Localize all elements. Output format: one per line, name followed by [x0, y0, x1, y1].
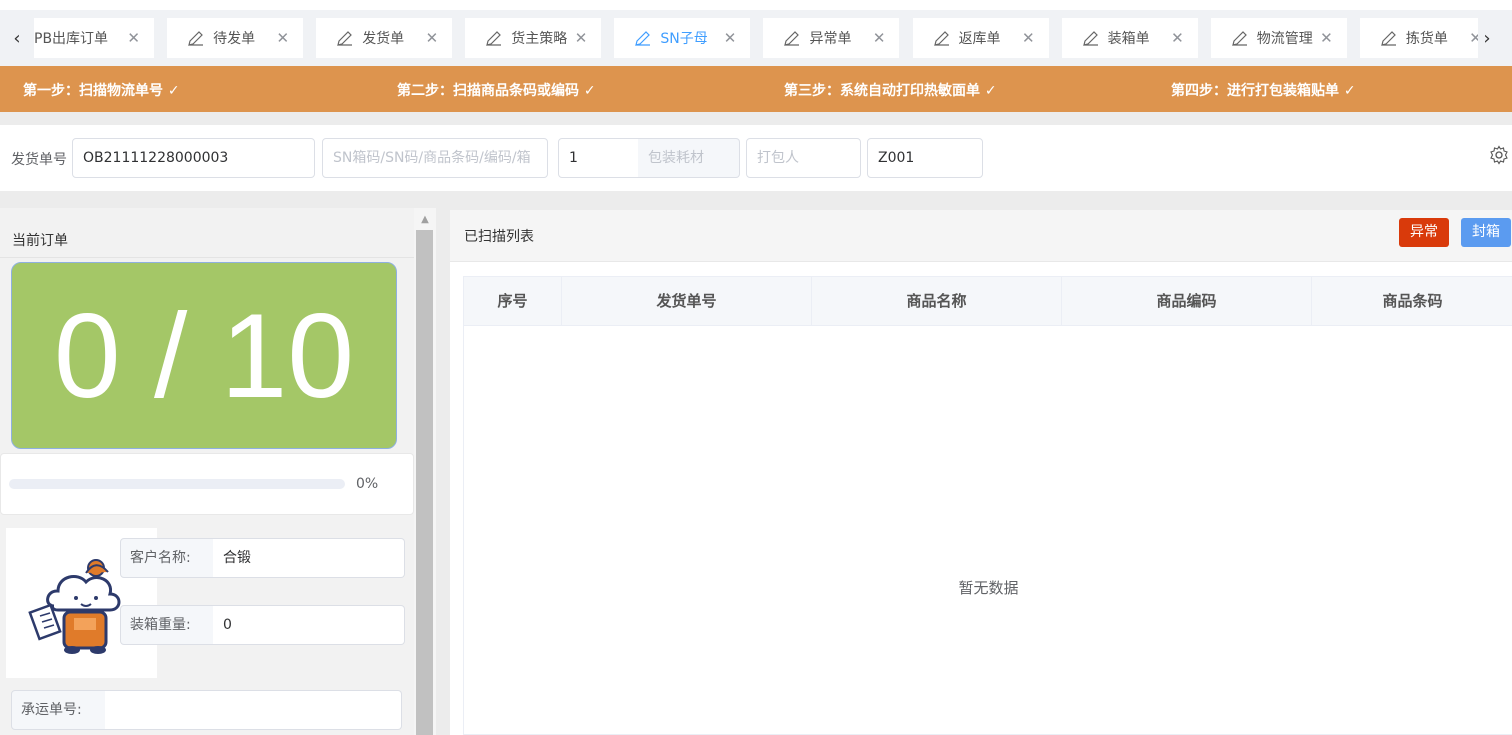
- order-number-input[interactable]: [72, 138, 315, 178]
- col-barcode: 商品条码: [1382, 292, 1443, 310]
- tab-packing-list[interactable]: 装箱单 ✕: [1061, 18, 1198, 58]
- tab-label: 返库单: [958, 31, 1001, 47]
- edit-pencil-icon: [635, 31, 651, 46]
- tab-pb-outbound[interactable]: PB出库订单 ✕: [34, 18, 154, 58]
- seal-box-button[interactable]: 封箱: [1461, 218, 1511, 247]
- col-product-code: 商品编码: [1062, 277, 1312, 325]
- scroll-thumb[interactable]: [416, 230, 433, 735]
- tab-label: 货主策略: [511, 31, 568, 47]
- close-icon[interactable]: ✕: [1320, 29, 1333, 47]
- packer-input[interactable]: [746, 138, 861, 178]
- tab-label: 发货单: [362, 31, 405, 47]
- box-weight-value[interactable]: 0: [213, 605, 405, 645]
- current-order-title: 当前订单: [12, 233, 68, 249]
- scanned-list-panel: 已扫描列表 异常 封箱 序号 发货单号 商品名称 商品编码 商品条码 暂无数据: [450, 210, 1512, 735]
- tab-sn-parent-child[interactable]: SN子母 ✕: [614, 18, 751, 58]
- col-order-number: 发货单号: [562, 277, 812, 325]
- scanned-list-title: 已扫描列表: [464, 229, 534, 245]
- scan-counter: 0 / 10: [11, 262, 397, 449]
- close-icon[interactable]: ✕: [1171, 29, 1184, 47]
- edit-pencil-icon: [1082, 31, 1098, 46]
- tab-label: 待发单: [213, 31, 256, 47]
- current-order-panel: 当前订单 0 / 10 0% 客户名称: 合锻 装箱重量: 0 承运单号: ▲: [0, 208, 436, 735]
- tab-label: 异常单: [809, 31, 852, 47]
- close-icon[interactable]: ✕: [724, 29, 737, 47]
- tab-owner-strategy[interactable]: 货主策略 ✕: [465, 18, 602, 58]
- tracking-number-label: 承运单号:: [11, 690, 106, 730]
- gear-icon[interactable]: [1489, 145, 1509, 165]
- box-weight-label: 装箱重量:: [120, 605, 214, 645]
- scan-code-input[interactable]: [322, 138, 548, 178]
- edit-pencil-icon: [188, 31, 204, 46]
- close-icon[interactable]: ✕: [873, 29, 886, 47]
- packaging-material-select[interactable]: 包装耗材: [638, 138, 740, 178]
- tab-label: 装箱单: [1107, 31, 1150, 47]
- tab-label: 拣货单: [1405, 31, 1448, 47]
- step-1: 第一步：扫描物流单号 ✓: [23, 83, 180, 99]
- progress-card: 0%: [0, 453, 414, 515]
- tabs-track: PB出库订单 ✕ 待发单 ✕ 发货单 ✕ 货主策略 ✕ SN子母 ✕ 异常单 ✕…: [34, 18, 1478, 58]
- scanned-list-header: 已扫描列表 异常 封箱: [450, 210, 1512, 262]
- abnormal-button[interactable]: 异常: [1399, 218, 1449, 247]
- tab-exception[interactable]: 异常单 ✕: [763, 18, 900, 58]
- tabs-next-icon[interactable]: ›: [1470, 10, 1504, 66]
- tab-label: 物流管理: [1256, 31, 1313, 47]
- close-icon[interactable]: ✕: [1022, 29, 1035, 47]
- customer-name-label: 客户名称:: [120, 538, 214, 578]
- progress-bar: [9, 479, 345, 489]
- tabs-prev-icon[interactable]: ‹: [0, 10, 34, 66]
- tab-logistics[interactable]: 物流管理 ✕: [1210, 18, 1347, 58]
- code-input[interactable]: [867, 138, 983, 178]
- edit-pencil-icon: [1381, 31, 1396, 46]
- steps-bar: 第一步：扫描物流单号 ✓ 第二步：扫描商品条码或编码 ✓ 第三步：系统自动打印热…: [0, 66, 1512, 112]
- close-icon[interactable]: ✕: [575, 29, 588, 47]
- close-icon[interactable]: ✕: [426, 29, 439, 47]
- tab-return[interactable]: 返库单 ✕: [912, 18, 1049, 58]
- step-4: 第四步：进行打包装箱贴单 ✓: [1171, 83, 1356, 99]
- edit-pencil-icon: [1231, 31, 1247, 46]
- tab-bar: ‹ PB出库订单 ✕ 待发单 ✕ 发货单 ✕ 货主策略 ✕ SN子母 ✕ 异常单…: [0, 0, 1512, 66]
- order-number-label: 发货单号: [11, 152, 67, 168]
- tab-shipping-order[interactable]: 发货单 ✕: [316, 18, 453, 58]
- empty-state-text: 暂无数据: [958, 579, 1019, 597]
- close-icon[interactable]: ✕: [127, 29, 140, 47]
- quantity-input[interactable]: [558, 138, 639, 178]
- tracking-number-input[interactable]: [105, 690, 402, 730]
- tab-label: SN子母: [660, 31, 708, 47]
- close-icon[interactable]: ✕: [277, 29, 290, 47]
- tab-pending[interactable]: 待发单 ✕: [167, 18, 304, 58]
- progress-text: 0%: [356, 476, 379, 492]
- step-2: 第二步：扫描商品条码或编码 ✓: [397, 83, 596, 99]
- current-order-header: 当前订单: [0, 208, 414, 258]
- col-product-name: 商品名称: [812, 277, 1062, 325]
- col-index: 序号: [464, 277, 562, 325]
- table-header: 序号 发货单号 商品名称 商品编码 商品条码: [464, 277, 1512, 326]
- scanned-table: 序号 发货单号 商品名称 商品编码 商品条码 暂无数据: [463, 276, 1512, 735]
- edit-pencil-icon: [486, 31, 502, 46]
- left-scrollbar[interactable]: ▲: [414, 208, 436, 735]
- tab-label: PB出库订单: [34, 31, 109, 47]
- edit-pencil-icon: [933, 31, 949, 46]
- tabs-viewport: PB出库订单 ✕ 待发单 ✕ 发货单 ✕ 货主策略 ✕ SN子母 ✕ 异常单 ✕…: [34, 18, 1478, 58]
- tab-picking[interactable]: 拣货单 ✕: [1359, 18, 1478, 58]
- scroll-up-icon[interactable]: ▲: [414, 212, 436, 228]
- edit-pencil-icon: [337, 31, 353, 46]
- scan-form: 发货单号 包装耗材: [0, 125, 1512, 191]
- edit-pencil-icon: [784, 31, 800, 46]
- step-3: 第三步：系统自动打印热敏面单 ✓: [784, 83, 997, 99]
- customer-name-value: 合锻: [213, 538, 405, 578]
